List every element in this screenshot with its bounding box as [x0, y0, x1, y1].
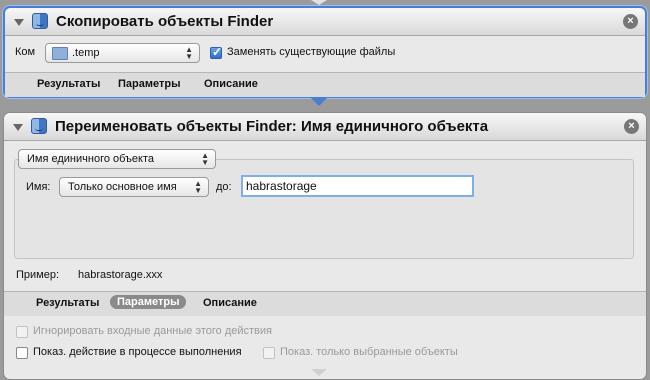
to-label: Ком [15, 46, 36, 58]
popup-arrows-icon: ▲ ▼ [194, 179, 202, 195]
replace-existing-checkbox[interactable] [210, 45, 222, 59]
finder-icon [31, 118, 47, 134]
action-titlebar: Переименовать объекты Finder: Имя единич… [4, 113, 646, 141]
new-name-value: habrastorage [246, 179, 317, 193]
show-action-checkbox[interactable] [16, 347, 28, 359]
rename-mode-popup[interactable]: Имя единичного объекта ▲ ▼ [18, 149, 216, 169]
tab-description[interactable]: Описание [203, 297, 257, 309]
example-label: Пример: [16, 269, 60, 281]
folder-value: .temp [72, 47, 100, 59]
ignore-input-label: Игнорировать входные данные этого действ… [33, 325, 272, 337]
show-action-label: Показ. действие в процессе выполнения [33, 346, 242, 358]
to-label: до: [216, 181, 232, 193]
connector-top [311, 0, 327, 5]
disclosure-triangle-icon[interactable] [13, 124, 23, 131]
action-title: Переименовать объекты Finder: Имя единич… [55, 118, 489, 135]
tab-options[interactable]: Параметры [110, 295, 187, 309]
tab-options[interactable]: Параметры [118, 78, 180, 90]
show-selected-label: Показ. только выбранные объекты [280, 346, 458, 358]
tab-results[interactable]: Результаты [37, 78, 100, 90]
connector-bottom [311, 369, 327, 376]
folder-icon [52, 47, 68, 60]
close-icon[interactable]: × [624, 119, 639, 134]
show-selected-checkbox[interactable] [263, 347, 275, 359]
example-value: habrastorage.xxx [78, 269, 163, 281]
close-icon[interactable]: × [623, 14, 638, 29]
replace-existing-label: Заменять существующие файлы [227, 46, 396, 58]
tab-results[interactable]: Результаты [36, 297, 99, 309]
new-name-input[interactable]: habrastorage [241, 175, 474, 197]
copy-finder-items-action: Скопировать объекты Finder × Ком .temp ▲… [3, 6, 647, 98]
name-option-popup[interactable]: Только основное имя ▲ ▼ [59, 177, 209, 197]
popup-arrows-icon: ▲ ▼ [185, 45, 193, 61]
action-tabs: Результаты Параметры Описание [4, 291, 646, 316]
tab-description[interactable]: Описание [204, 78, 258, 90]
rename-mode-value: Имя единичного объекта [27, 153, 155, 165]
disclosure-triangle-icon[interactable] [14, 19, 24, 26]
rename-finder-items-action: Переименовать объекты Finder: Имя единич… [3, 112, 647, 380]
name-label: Имя: [26, 181, 51, 193]
action-tabs: Результаты Параметры Описание [5, 72, 645, 97]
options-group [14, 159, 634, 259]
destination-folder-popup[interactable]: .temp ▲ ▼ [45, 43, 200, 63]
name-option-value: Только основное имя [68, 181, 177, 193]
connector-middle [311, 98, 327, 106]
action-title: Скопировать объекты Finder [56, 13, 274, 30]
ignore-input-checkbox[interactable] [16, 326, 28, 338]
popup-arrows-icon: ▲ ▼ [201, 151, 209, 167]
action-titlebar: Скопировать объекты Finder × [5, 8, 645, 36]
finder-icon [32, 13, 48, 29]
